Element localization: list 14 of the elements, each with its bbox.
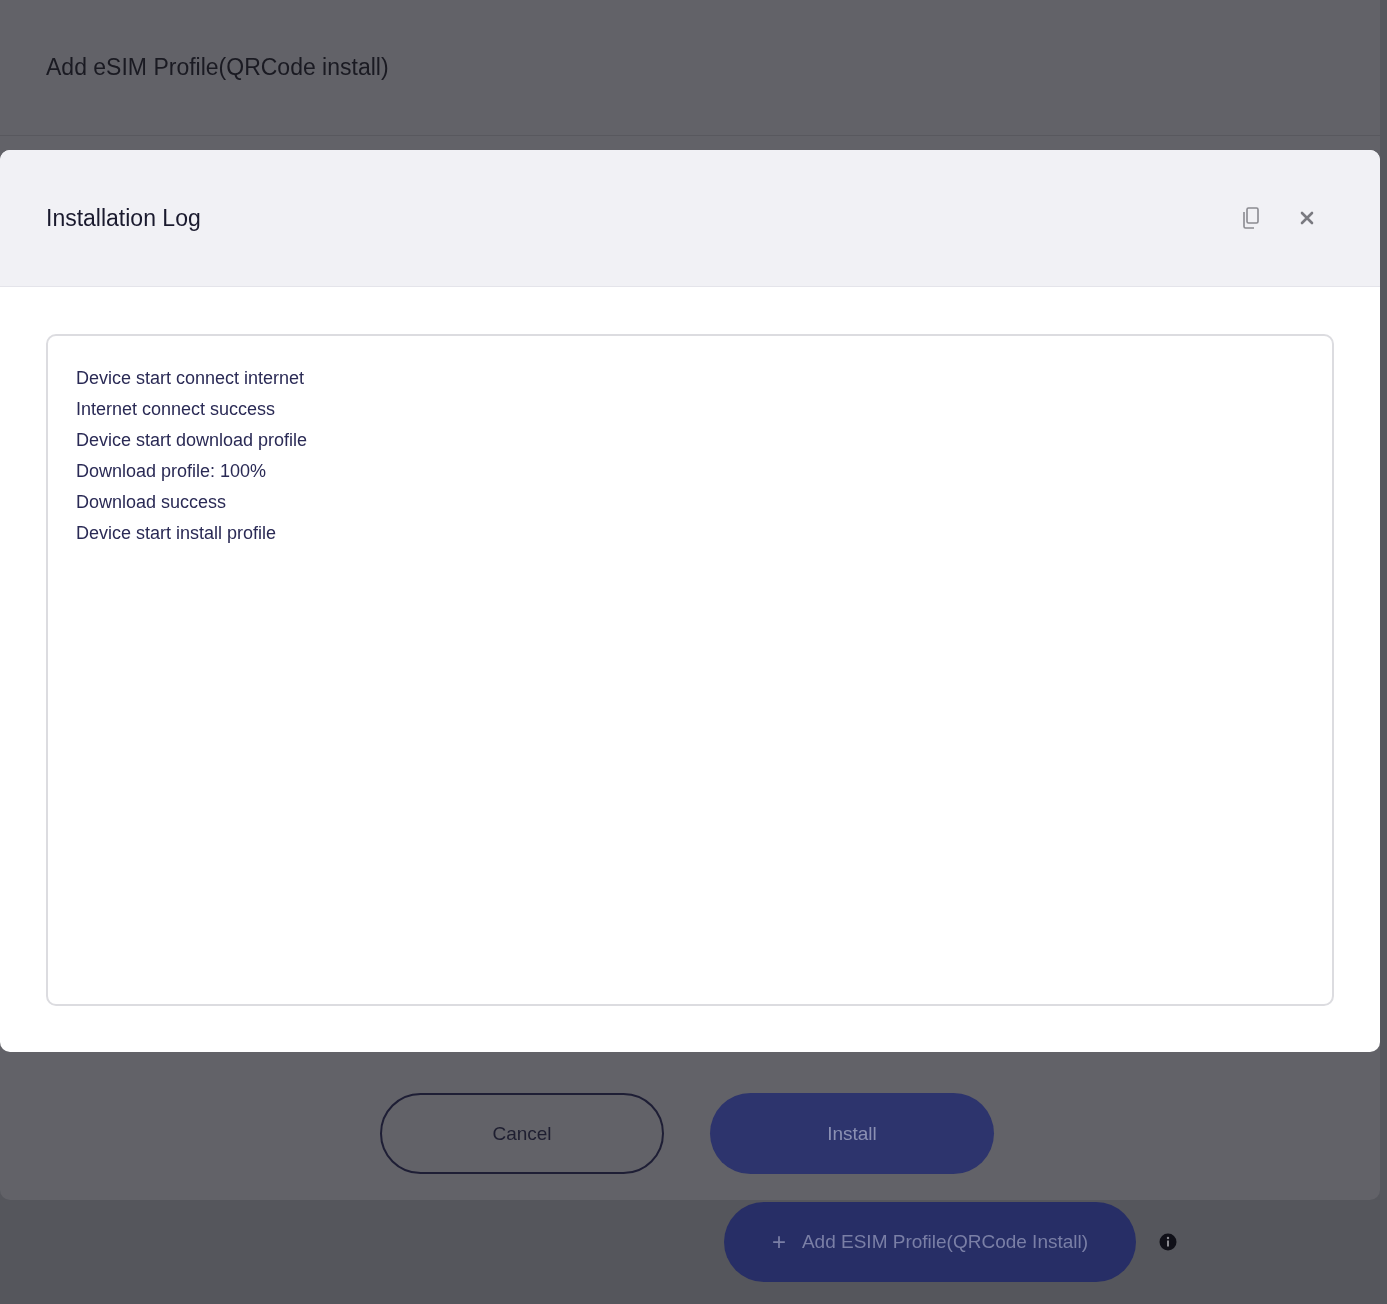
log-line: Device start download profile (76, 429, 309, 452)
dialog-title: Add eSIM Profile(QRCode install) (46, 54, 389, 81)
log-line: Download profile: 100% (76, 460, 268, 483)
log-line: Device start install profile (76, 522, 278, 545)
log-line: Download success (76, 491, 228, 514)
modal-title: Installation Log (46, 204, 201, 232)
log-line: Internet connect success (76, 398, 277, 421)
install-button[interactable]: Install (710, 1093, 994, 1174)
cancel-button[interactable]: Cancel (380, 1093, 664, 1174)
add-profile-button[interactable]: + Add ESIM Profile(QRCode Install) (724, 1202, 1136, 1282)
close-icon[interactable] (1300, 211, 1314, 225)
copy-icon[interactable] (1242, 207, 1260, 229)
log-line: Device start connect internet (76, 367, 306, 390)
info-icon[interactable] (1159, 1233, 1177, 1251)
